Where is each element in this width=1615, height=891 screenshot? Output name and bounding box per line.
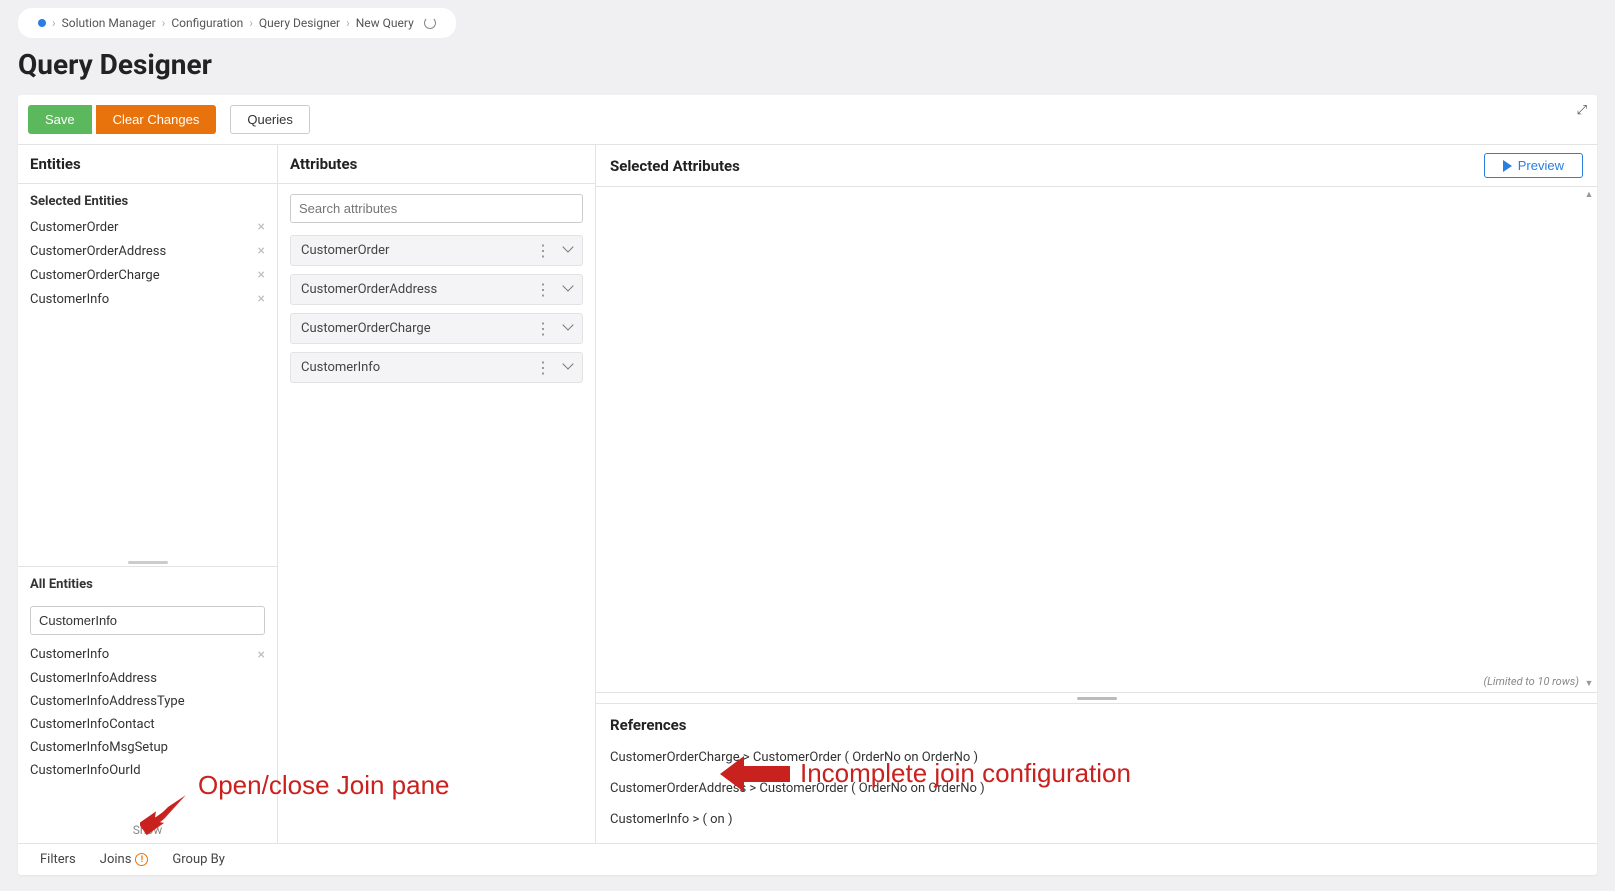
more-icon[interactable]: ⋮: [535, 324, 550, 334]
breadcrumb-sep: ›: [346, 16, 350, 30]
reference-row[interactable]: CustomerInfo > ( on ): [596, 804, 1597, 835]
action-bar: Save Clear Changes Queries: [18, 95, 1597, 144]
remove-entity-icon[interactable]: ×: [258, 219, 265, 235]
clear-search-icon[interactable]: ×: [258, 647, 265, 663]
all-entity-row[interactable]: CustomerInfoMsgSetup: [18, 736, 277, 759]
attribute-group-label: CustomerOrderCharge: [301, 321, 431, 336]
play-icon: [1503, 160, 1512, 172]
tab-joins-label: Joins: [100, 852, 132, 867]
save-button[interactable]: Save: [28, 105, 92, 134]
queries-button[interactable]: Queries: [230, 105, 310, 134]
attribute-group[interactable]: CustomerInfo ⋮: [290, 352, 583, 383]
all-entity-row[interactable]: CustomerInfoAddress: [18, 667, 277, 690]
all-entities-header: All Entities: [18, 567, 277, 598]
preview-button[interactable]: Preview: [1484, 153, 1583, 178]
horizontal-splitter[interactable]: [596, 693, 1597, 703]
crumb-query-designer[interactable]: Query Designer: [259, 16, 340, 30]
selected-entity-row[interactable]: CustomerOrderCharge ×: [18, 263, 277, 287]
breadcrumb-sep: ›: [52, 16, 56, 30]
crumb-solution-manager[interactable]: Solution Manager: [62, 16, 156, 30]
breadcrumb-sep: ›: [249, 16, 253, 30]
attribute-group[interactable]: CustomerOrderCharge ⋮: [290, 313, 583, 344]
show-more-toggle[interactable]: Show: [18, 817, 277, 843]
selected-entity-row[interactable]: CustomerInfo ×: [18, 287, 277, 311]
more-icon[interactable]: ⋮: [535, 285, 550, 295]
bottom-tab-bar: Filters Joins ! Group By: [18, 843, 1597, 875]
scroll-down-icon[interactable]: ▼: [1583, 678, 1595, 690]
crumb-new-query[interactable]: New Query: [356, 16, 414, 30]
attributes-search-input[interactable]: [290, 194, 583, 223]
chevron-down-icon[interactable]: [562, 241, 573, 252]
selected-attributes-title: Selected Attributes: [610, 157, 740, 175]
all-entity-row[interactable]: CustomerInfo ×: [18, 643, 277, 667]
entity-label: CustomerOrderCharge: [30, 268, 160, 283]
attribute-group[interactable]: CustomerOrder ⋮: [290, 235, 583, 266]
attribute-group-label: CustomerOrder: [301, 243, 389, 258]
entity-label: CustomerInfoOurId: [30, 763, 141, 778]
fullscreen-icon[interactable]: ⤢: [1577, 103, 1587, 118]
remove-entity-icon[interactable]: ×: [258, 291, 265, 307]
entities-panel-title: Entities: [18, 145, 277, 184]
more-icon[interactable]: ⋮: [535, 246, 550, 256]
entity-label: CustomerOrder: [30, 220, 118, 235]
preview-label: Preview: [1518, 158, 1564, 173]
page-title: Query Designer: [18, 48, 1615, 81]
remove-entity-icon[interactable]: ×: [258, 267, 265, 283]
selected-entity-row[interactable]: CustomerOrderAddress ×: [18, 239, 277, 263]
clear-changes-button[interactable]: Clear Changes: [96, 105, 217, 134]
entity-label: CustomerInfoAddressType: [30, 694, 185, 709]
entity-label: CustomerInfo: [30, 292, 109, 307]
breadcrumb-sep: ›: [162, 16, 166, 30]
references-title: References: [596, 704, 1597, 742]
chevron-down-icon[interactable]: [562, 358, 573, 369]
selected-entities-header: Selected Entities: [18, 184, 277, 215]
entity-label: CustomerOrderAddress: [30, 244, 166, 259]
all-entity-row[interactable]: CustomerInfoContact: [18, 713, 277, 736]
more-icon[interactable]: ⋮: [535, 363, 550, 373]
remove-entity-icon[interactable]: ×: [258, 243, 265, 259]
attribute-group-label: CustomerOrderAddress: [301, 282, 437, 297]
tab-filters[interactable]: Filters: [40, 852, 76, 867]
attributes-panel-title: Attributes: [278, 145, 595, 184]
refresh-icon[interactable]: [424, 17, 436, 29]
breadcrumb: › Solution Manager › Configuration › Que…: [18, 8, 456, 38]
attribute-group[interactable]: CustomerOrderAddress ⋮: [290, 274, 583, 305]
reference-row[interactable]: CustomerOrderAddress > CustomerOrder ( O…: [596, 773, 1597, 804]
chevron-down-icon[interactable]: [562, 280, 573, 291]
vertical-scrollbar[interactable]: ▲ ▼: [1583, 189, 1595, 690]
scroll-up-icon[interactable]: ▲: [1583, 189, 1595, 201]
crumb-configuration[interactable]: Configuration: [171, 16, 243, 30]
home-dot-icon[interactable]: [38, 19, 46, 27]
reference-row[interactable]: CustomerOrderCharge > CustomerOrder ( Or…: [596, 742, 1597, 773]
entity-label: CustomerInfoContact: [30, 717, 155, 732]
row-limit-note: (Limited to 10 rows): [1483, 675, 1579, 688]
entity-label: CustomerInfoAddress: [30, 671, 157, 686]
all-entity-row[interactable]: CustomerInfoAddressType: [18, 690, 277, 713]
warning-badge-icon: !: [135, 853, 148, 866]
selected-entity-row[interactable]: CustomerOrder ×: [18, 215, 277, 239]
chevron-down-icon[interactable]: [562, 319, 573, 330]
attribute-group-label: CustomerInfo: [301, 360, 380, 375]
all-entity-row[interactable]: CustomerInfoOurId: [18, 759, 277, 782]
selected-attributes-body: ▲ ▼ (Limited to 10 rows): [596, 187, 1597, 693]
tab-group-by[interactable]: Group By: [172, 852, 225, 867]
tab-joins[interactable]: Joins !: [100, 852, 149, 867]
all-entities-search-input[interactable]: [30, 606, 265, 635]
entity-label: CustomerInfoMsgSetup: [30, 740, 168, 755]
entity-label: CustomerInfo: [30, 647, 109, 662]
